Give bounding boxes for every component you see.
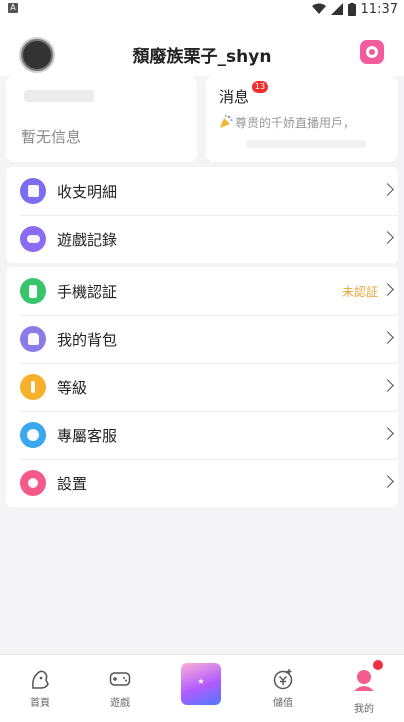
backpack-icon bbox=[20, 326, 46, 352]
menu-item-label: 設置 bbox=[57, 474, 88, 493]
menu-group-finance: 收支明細 遊戲記錄 bbox=[6, 167, 398, 263]
recharge-icon bbox=[273, 669, 293, 690]
menu-item-phone-verification[interactable]: 手機認証 未認証 bbox=[6, 267, 398, 315]
menu-item-customer-service[interactable]: 專屬客服 bbox=[6, 411, 398, 459]
menu-item-label: 專屬客服 bbox=[57, 426, 118, 445]
settings-icon bbox=[20, 470, 46, 496]
promo-logo-artwork: ★ bbox=[197, 677, 205, 686]
chevron-right-icon bbox=[381, 283, 394, 296]
menu-item-label: 收支明細 bbox=[57, 182, 118, 201]
tab-label: 首頁 bbox=[30, 698, 50, 709]
empty-info-text: 暫无信息 bbox=[21, 128, 82, 146]
party-popper-icon bbox=[220, 115, 233, 128]
username: 頹廢族栗子_shyn bbox=[132, 47, 272, 67]
menu-item-label: 遊戲記錄 bbox=[57, 230, 118, 249]
menu-item-label: 手機認証 bbox=[57, 282, 118, 301]
tab-home[interactable]: 首頁 bbox=[0, 655, 80, 722]
chevron-right-icon bbox=[381, 427, 394, 440]
chevron-right-icon bbox=[381, 475, 394, 488]
phone-icon bbox=[20, 278, 46, 304]
profile-icon bbox=[354, 670, 374, 691]
tab-label: 我的 bbox=[354, 704, 374, 715]
menu-item-transactions[interactable]: 收支明細 bbox=[6, 167, 398, 215]
receipt-icon bbox=[20, 178, 46, 204]
info-card[interactable]: 暫无信息 bbox=[6, 76, 197, 162]
gamepad-icon bbox=[20, 226, 46, 252]
chevron-right-icon bbox=[381, 331, 394, 344]
message-preview-text: 尊贵的千娇直播用戶， bbox=[235, 116, 356, 130]
menu-item-settings[interactable]: 設置 bbox=[6, 459, 398, 507]
bottom-tab-bar: 首頁 遊戲 ★ 儲值 我的 bbox=[0, 654, 404, 722]
home-mascot-icon bbox=[32, 670, 49, 689]
menu-item-label: 等級 bbox=[57, 378, 88, 397]
menu-item-game-records[interactable]: 遊戲記錄 bbox=[6, 215, 398, 263]
messages-card[interactable]: 消息 13 尊贵的千娇直播用戶， bbox=[206, 76, 398, 162]
notification-dot bbox=[373, 660, 383, 670]
gear-icon bbox=[366, 46, 378, 58]
chevron-right-icon bbox=[381, 183, 394, 196]
promo-banner-icon[interactable]: ★ bbox=[181, 663, 221, 705]
status-bar: A 11:37 bbox=[0, 0, 404, 18]
message-preview: 尊贵的千娇直播用戶， bbox=[219, 114, 355, 131]
settings-button[interactable] bbox=[360, 40, 384, 64]
blurred-text bbox=[24, 90, 94, 102]
menu-item-label: 我的背包 bbox=[57, 330, 118, 349]
chevron-right-icon bbox=[381, 379, 394, 392]
unread-count-badge: 13 bbox=[252, 81, 268, 93]
info-cards: 暫无信息 消息 13 尊贵的千娇直播用戶， bbox=[6, 76, 398, 162]
tab-recharge[interactable]: 儲值 bbox=[243, 655, 323, 722]
level-icon bbox=[20, 374, 46, 400]
messages-title: 消息 bbox=[219, 88, 250, 106]
clock: 11:37 bbox=[360, 1, 398, 17]
support-icon bbox=[20, 422, 46, 448]
profile-header: 頹廢族栗子_shyn bbox=[0, 18, 404, 76]
menu-item-level[interactable]: 等級 bbox=[6, 363, 398, 411]
notification-app-icon: A bbox=[8, 3, 18, 13]
chevron-right-icon bbox=[381, 231, 394, 244]
tab-label: 遊戲 bbox=[110, 698, 130, 709]
game-controller-icon bbox=[109, 672, 131, 686]
tab-label: 儲值 bbox=[273, 698, 293, 709]
menu-group-account: 手機認証 未認証 我的背包 等級 專屬客服 設置 bbox=[6, 267, 398, 507]
tab-games[interactable]: 遊戲 bbox=[80, 655, 160, 722]
verification-status: 未認証 bbox=[341, 284, 378, 299]
battery-icon bbox=[347, 2, 356, 16]
menu-item-backpack[interactable]: 我的背包 bbox=[6, 315, 398, 363]
signal-icon bbox=[330, 3, 343, 15]
tab-me[interactable]: 我的 bbox=[324, 655, 404, 722]
blurred-text bbox=[246, 140, 366, 148]
wifi-icon bbox=[311, 3, 326, 14]
